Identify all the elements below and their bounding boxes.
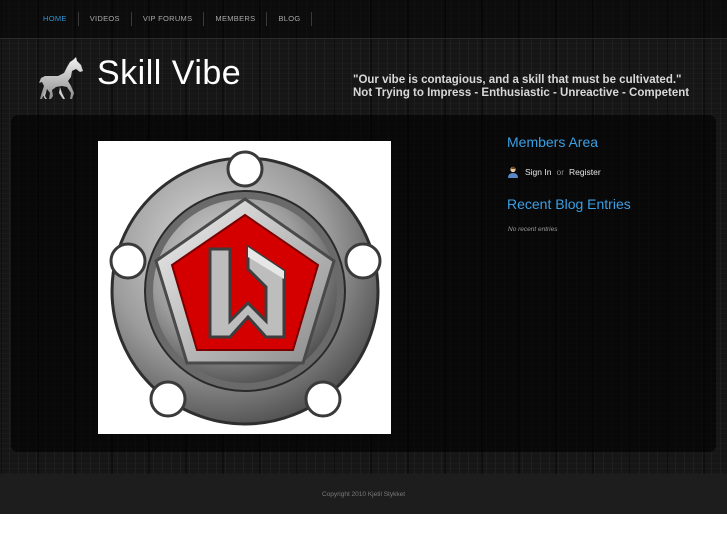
site-title[interactable]: Skill Vibe: [97, 54, 241, 93]
nav-list: HOME VIDEOS VIP FORUMS MEMBERS BLOG: [32, 12, 313, 26]
no-recent-entries: No recent entries: [508, 226, 558, 233]
nav-item-videos[interactable]: VIDEOS: [79, 12, 132, 26]
user-icon: [507, 166, 519, 178]
tagline-line-2: Not Trying to Impress - Enthusiastic - U…: [353, 87, 690, 99]
nav-item-members[interactable]: MEMBERS: [204, 12, 268, 26]
sign-in-link[interactable]: Sign In: [525, 167, 551, 177]
footer: Copyright 2010 Kjetil Stykket: [0, 474, 727, 514]
horse-icon[interactable]: [38, 56, 84, 100]
tagline-line-1: "Our vibe is contagious, and a skill tha…: [353, 74, 682, 86]
rune-emblem: [109, 150, 382, 426]
or-label: or: [556, 167, 565, 177]
recent-blog-heading: Recent Blog Entries: [507, 196, 631, 212]
top-navigation: HOME VIDEOS VIP FORUMS MEMBERS BLOG: [0, 0, 727, 39]
page-background: HOME VIDEOS VIP FORUMS MEMBERS BLOG Skil…: [0, 0, 727, 514]
register-link[interactable]: Register: [569, 167, 601, 177]
tagline: "Our vibe is contagious, and a skill tha…: [353, 74, 689, 100]
nav-item-home[interactable]: HOME: [32, 12, 79, 26]
signin-row: Sign In or Register: [507, 166, 601, 178]
nav-item-blog[interactable]: BLOG: [267, 12, 313, 26]
copyright-text: Copyright 2010 Kjetil Stykket: [321, 491, 406, 498]
members-area-heading: Members Area: [507, 134, 599, 150]
feature-image: [98, 141, 391, 434]
nav-item-vip-forums[interactable]: VIP FORUMS: [132, 12, 205, 26]
